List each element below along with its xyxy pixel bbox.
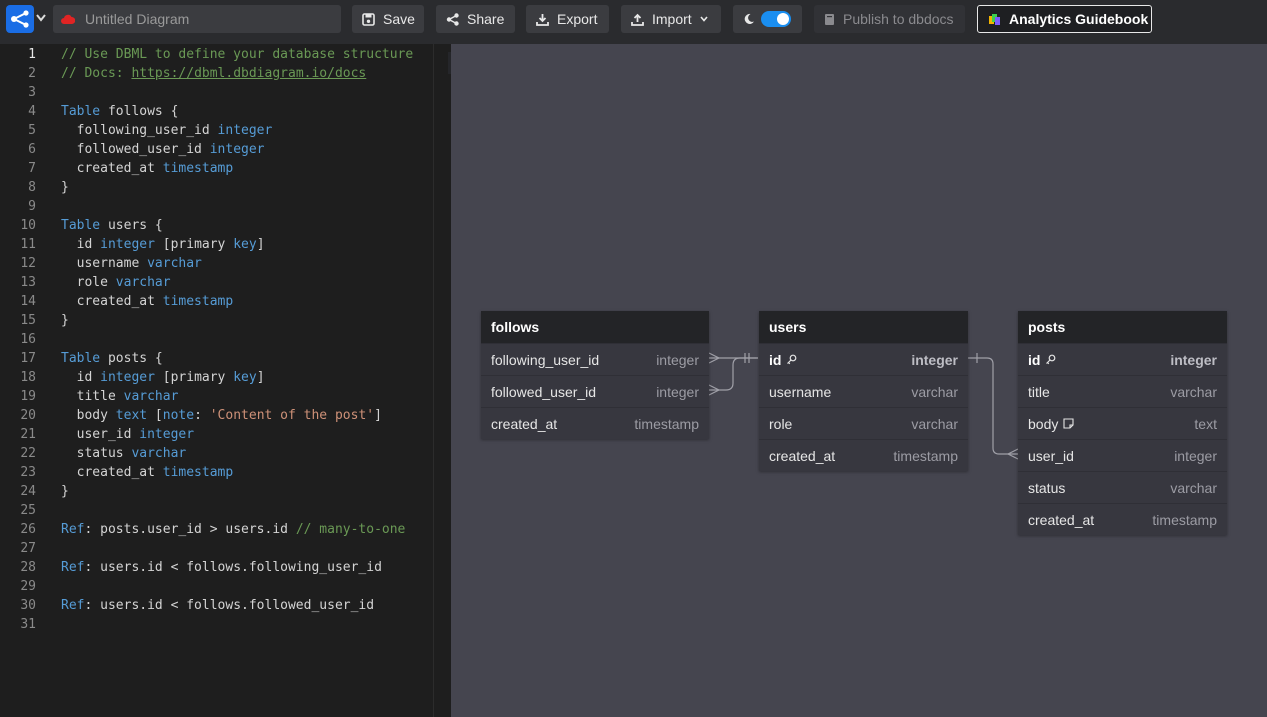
code-line: 4 Table follows {	[28, 104, 179, 119]
table-field[interactable]: id integer	[1018, 343, 1227, 375]
share-label: Share	[467, 11, 505, 27]
diagram-canvas[interactable]: follows following_user_id integer followe…	[451, 44, 1267, 717]
code-line: 25	[20, 503, 36, 518]
code-line: 16	[20, 332, 36, 347]
guidebook-icon	[989, 13, 1000, 25]
code-line: 7 created_at timestamp	[28, 161, 234, 176]
code-line: 23 created_at timestamp	[20, 465, 234, 480]
publish-dbdocs-button[interactable]: Publish to dbdocs	[814, 5, 965, 33]
guidebook-label: Analytics Guidebook	[1009, 11, 1149, 27]
table-header[interactable]: users	[759, 311, 968, 343]
table-field[interactable]: title varchar	[1018, 375, 1227, 407]
code-line: 22 status varchar	[20, 446, 187, 461]
code-line: 28 Ref: users.id < follows.following_user…	[20, 560, 382, 575]
share-icon	[446, 12, 459, 26]
import-label: Import	[652, 11, 692, 27]
code-line: 18 id integer [primary key]	[20, 370, 265, 385]
export-button[interactable]: Export	[526, 5, 609, 33]
diagram-title-input[interactable]	[83, 10, 327, 28]
code-line: 20 body text [note: 'Content of the post…	[20, 408, 382, 423]
code-line: 9	[28, 199, 36, 214]
app-logo-button[interactable]	[6, 5, 34, 33]
table-field[interactable]: status varchar	[1018, 471, 1227, 503]
key-icon	[1046, 354, 1056, 365]
save-button[interactable]: Save	[352, 5, 424, 33]
code-line: 21 user_id integer	[20, 427, 195, 442]
code-line: 24}	[20, 484, 69, 499]
analytics-guidebook-button[interactable]: Analytics Guidebook	[977, 5, 1152, 33]
table-field[interactable]: created_at timestamp	[1018, 503, 1227, 535]
table-field[interactable]: user_id integer	[1018, 439, 1227, 471]
code-line: 8}	[28, 180, 69, 195]
table-field[interactable]: username varchar	[759, 375, 968, 407]
code-line: 6 followed_user_id integer	[28, 142, 265, 157]
code-line: 30 Ref: users.id < follows.followed_user_…	[20, 598, 375, 613]
table-field[interactable]: following_user_id integer	[481, 343, 709, 375]
table-field[interactable]: body text	[1018, 407, 1227, 439]
code-line: 10 Table users {	[20, 218, 163, 233]
editor-divider	[433, 44, 434, 717]
table-users[interactable]: users id integer username varchar role varc…	[759, 311, 968, 471]
dark-mode-switch[interactable]	[761, 11, 791, 27]
table-field[interactable]: id integer	[759, 343, 968, 375]
ref-users-follows-followed[interactable]	[709, 357, 758, 391]
import-button[interactable]: Import	[621, 5, 721, 33]
code-line: 11 id integer [primary key]	[20, 237, 265, 252]
moon-icon	[744, 13, 754, 24]
save-icon	[362, 12, 375, 26]
code-line: 31	[20, 617, 36, 632]
chevron-down-icon	[700, 16, 708, 22]
export-label: Export	[557, 11, 598, 27]
upload-icon	[631, 13, 644, 26]
table-follows[interactable]: follows following_user_id integer followe…	[481, 311, 709, 439]
share-button[interactable]: Share	[436, 5, 515, 33]
code-line: 14 created_at timestamp	[20, 294, 234, 309]
ref-posts-users[interactable]	[968, 357, 1018, 455]
table-header[interactable]: follows	[481, 311, 709, 343]
code-line: 29	[20, 579, 36, 594]
share-nodes-icon	[11, 10, 29, 28]
save-label: Save	[383, 11, 415, 27]
code-line: 26 Ref: posts.user_id > users.id // many-…	[20, 522, 406, 537]
code-line: 15}	[20, 313, 69, 328]
code-line: 12 username varchar	[20, 256, 202, 271]
code-editor[interactable]: 1// Use DBML to define your database str…	[0, 44, 451, 717]
note-icon[interactable]	[1063, 418, 1074, 429]
table-field[interactable]: role varchar	[759, 407, 968, 439]
code-line: 3	[28, 85, 36, 100]
download-icon	[536, 13, 549, 26]
diagram-title-field[interactable]	[53, 5, 341, 33]
key-icon	[787, 354, 797, 365]
top-toolbar: Save Share Export Import Publish to dbdo…	[0, 0, 1267, 44]
code-line: 1// Use DBML to define your database str…	[28, 47, 414, 62]
table-posts[interactable]: posts id integer title varchar body text us…	[1018, 311, 1227, 535]
table-header[interactable]: posts	[1018, 311, 1227, 343]
code-line: 5 following_user_id integer	[28, 123, 273, 138]
dark-mode-toggle[interactable]	[733, 5, 802, 33]
code-line: 13 role varchar	[20, 275, 171, 290]
book-icon	[825, 13, 834, 25]
docs-link[interactable]: https://dbml.dbdiagram.io/docs	[131, 66, 366, 81]
table-field[interactable]: created_at timestamp	[481, 407, 709, 439]
code-line: 17 Table posts {	[20, 351, 163, 366]
code-line: 27	[20, 541, 36, 556]
cloud-icon	[61, 14, 75, 24]
table-field[interactable]: followed_user_id integer	[481, 375, 709, 407]
code-line: 19 title varchar	[20, 389, 179, 404]
publish-label: Publish to dbdocs	[843, 11, 954, 27]
table-field[interactable]: created_at timestamp	[759, 439, 968, 471]
code-line: 2// Docs: https://dbml.dbdiagram.io/docs	[28, 66, 367, 81]
chevron-down-icon[interactable]	[36, 14, 46, 22]
